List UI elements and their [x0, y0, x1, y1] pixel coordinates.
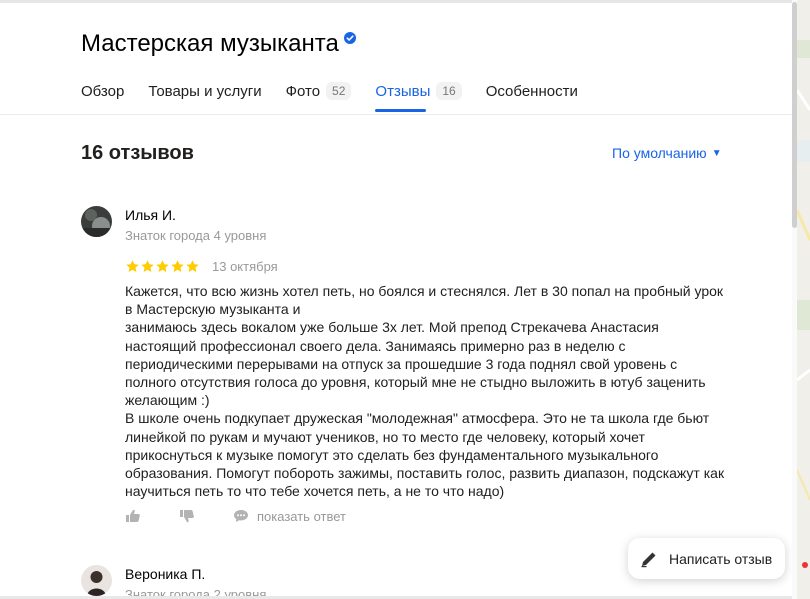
show-reply-button[interactable]: показать ответ: [233, 509, 346, 524]
map-background[interactable]: [797, 0, 810, 599]
rating-row: 13 октября: [125, 259, 278, 274]
caret-down-icon: ▼: [711, 147, 722, 159]
write-review-button[interactable]: Написать отзыв: [628, 538, 785, 579]
comment-icon: [234, 510, 248, 522]
review-item: Илья И. Знаток города 4 уровня 13 октябр…: [81, 206, 741, 526]
tab-reviews[interactable]: Отзывы 16: [375, 80, 462, 112]
star-icon: [126, 260, 139, 272]
title-row: Мастерская музыканта: [81, 30, 356, 58]
thumbs-down-icon[interactable]: [179, 508, 195, 524]
author-level: Знаток города 4 уровня: [125, 228, 267, 243]
top-edge: [0, 0, 797, 3]
avatar-photo: [81, 565, 112, 596]
star-icon: [186, 260, 199, 272]
map-fragment: [797, 0, 810, 599]
star-icon: [156, 260, 169, 272]
tab-features[interactable]: Особенности: [486, 80, 578, 102]
business-card-panel: Мастерская музыканта Обзор Товары и услу…: [0, 0, 797, 599]
star-icon: [141, 260, 154, 272]
avatar-photo: [81, 206, 112, 237]
tab-label: Отзывы: [375, 82, 431, 100]
review-author[interactable]: Илья И.: [125, 207, 176, 223]
review-text: Кажется, что всю жизнь хотел петь, но бо…: [125, 282, 725, 500]
review-actions: показать ответ: [125, 508, 346, 524]
review-paragraph: Кажется, что всю жизнь хотел петь, но бо…: [125, 283, 724, 318]
verified-check-icon: [343, 32, 356, 44]
tabs-divider: [0, 114, 797, 115]
sort-dropdown[interactable]: По умолчанию ▼: [612, 145, 722, 161]
tab-label: Товары и услуги: [148, 82, 262, 100]
tabs: Обзор Товары и услуги Фото 52 Отзывы 16 …: [81, 76, 602, 112]
tab-count-badge: 16: [436, 82, 462, 100]
write-review-label: Написать отзыв: [669, 550, 773, 567]
review-author[interactable]: Вероника П.: [125, 566, 205, 582]
tab-overview[interactable]: Обзор: [81, 80, 124, 102]
tab-count-badge: 52: [326, 82, 352, 100]
avatar[interactable]: [81, 206, 112, 237]
tab-label: Особенности: [485, 82, 578, 100]
star-icon: [171, 260, 184, 272]
review-paragraph: В школе очень подкупает дружеская "молод…: [125, 410, 725, 500]
show-reply-label: показать ответ: [257, 508, 346, 524]
avatar[interactable]: [81, 565, 112, 596]
tab-products-services[interactable]: Товары и услуги: [148, 80, 261, 102]
reviews-count-heading: 16 отзывов: [81, 142, 194, 164]
tab-label: Обзор: [81, 82, 125, 100]
tab-label: Фото: [285, 82, 321, 100]
star-rating: [125, 259, 200, 274]
tab-photos[interactable]: Фото 52: [286, 80, 352, 102]
review-date: 13 октября: [212, 259, 278, 274]
sort-label: По умолчанию: [612, 145, 707, 161]
pencil-icon: [641, 552, 656, 567]
business-title: Мастерская музыканта: [81, 30, 339, 57]
thumbs-up-icon[interactable]: [125, 508, 141, 524]
review-paragraph: занимаюсь здесь вокалом уже больше 3х ле…: [125, 319, 706, 409]
